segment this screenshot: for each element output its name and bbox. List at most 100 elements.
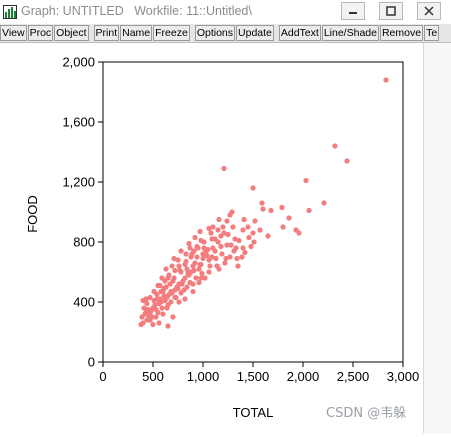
data-point: [168, 299, 174, 305]
x-tick-label: 500: [142, 369, 164, 384]
data-point: [257, 227, 263, 233]
graph-toolbar: View Proc Object Print Name Freeze Options Upda…: [0, 24, 451, 43]
y-tick-label: 0: [88, 355, 95, 370]
data-point: [165, 323, 171, 329]
minimize-button[interactable]: [341, 2, 365, 20]
data-point: [208, 230, 214, 236]
x-axis-label: TOTAL: [233, 405, 274, 420]
data-point: [196, 266, 202, 272]
data-point: [194, 254, 200, 260]
data-point: [206, 257, 212, 263]
toolbar-button-update[interactable]: Update: [236, 25, 274, 41]
data-point: [190, 281, 196, 287]
maximize-button[interactable]: [379, 2, 403, 20]
data-point: [234, 255, 240, 262]
data-point: [306, 207, 312, 214]
toolbar-button-remove[interactable]: Remove: [379, 25, 424, 41]
data-point: [182, 261, 188, 268]
data-point: [214, 263, 220, 269]
data-point: [151, 288, 157, 295]
data-point: [229, 209, 235, 215]
data-point: [185, 270, 191, 277]
data-point: [197, 261, 203, 268]
data-point: [184, 284, 190, 290]
data-point: [218, 233, 224, 239]
data-point: [165, 275, 171, 281]
y-axis-label: FOOD: [25, 195, 40, 233]
x-tick-label: 1,000: [187, 369, 220, 384]
data-point: [198, 275, 204, 281]
toolbar-button-addtext[interactable]: AddText: [278, 25, 321, 41]
data-point: [188, 254, 194, 260]
data-point: [332, 143, 338, 149]
close-icon: [424, 6, 434, 16]
data-point: [190, 288, 196, 295]
data-point: [157, 282, 163, 289]
toolbar-button-print[interactable]: Print: [93, 25, 120, 41]
data-point: [176, 263, 182, 269]
toolbar-button-view[interactable]: View: [0, 25, 27, 41]
data-point: [194, 243, 200, 250]
data-point: [265, 233, 271, 239]
data-point: [321, 200, 327, 206]
data-point: [176, 299, 182, 305]
toolbar-button-proc[interactable]: Proc: [27, 25, 54, 41]
data-point: [224, 242, 230, 248]
data-point: [224, 218, 230, 224]
data-point: [163, 266, 169, 272]
data-point: [179, 281, 185, 287]
data-point: [167, 281, 173, 287]
data-point: [235, 263, 241, 269]
data-point: [250, 185, 256, 191]
data-point: [344, 158, 350, 164]
x-tick-label: 0: [99, 369, 106, 384]
data-point: [246, 234, 252, 241]
close-button[interactable]: [417, 2, 441, 20]
data-point: [153, 314, 159, 320]
data-point: [178, 248, 184, 254]
data-point: [219, 251, 225, 257]
data-point: [201, 245, 207, 251]
data-point: [251, 239, 257, 245]
data-point: [216, 216, 222, 223]
data-point: [169, 263, 175, 269]
data-point: [215, 227, 221, 233]
data-point: [182, 296, 188, 302]
data-point: [186, 240, 192, 247]
x-tick-label: 3,000: [387, 369, 420, 384]
data-point: [279, 204, 285, 211]
data-point: [191, 248, 197, 254]
data-point: [177, 267, 183, 274]
toolbar-button-object[interactable]: Object: [54, 25, 89, 41]
maximize-icon: [386, 6, 396, 16]
toolbar-button-name[interactable]: Name: [120, 25, 153, 41]
data-point: [259, 200, 265, 206]
toolbar-group: Options Update: [194, 24, 275, 42]
data-point: [210, 245, 216, 251]
scatter-chart: 0 500 1,000 1,500 2,000 2,500 3,000 0 400 800 1,20…: [25, 55, 420, 421]
toolbar-button-freeze[interactable]: Freeze: [153, 25, 190, 41]
data-point: [218, 243, 224, 250]
window-titlebar: Graph: UNTITLED Workfile: 11::Untitled\: [0, 0, 451, 25]
data-point: [260, 206, 266, 212]
toolbar-button-line-shade[interactable]: Line/Shade: [321, 25, 379, 41]
data-point: [191, 267, 197, 274]
toolbar-group: AddText Line/Shade Remove Te: [278, 24, 440, 42]
data-point: [230, 224, 236, 230]
data-point: [222, 260, 228, 266]
data-point: [252, 218, 258, 224]
data-point: [200, 251, 206, 257]
toolbar-button-te[interactable]: Te: [424, 25, 440, 41]
x-tick-label: 2,000: [287, 369, 320, 384]
data-point: [286, 215, 292, 221]
watermark: CSDN @韦躲: [326, 406, 407, 421]
graph-canvas: 0 500 1,000 1,500 2,000 2,500 3,000 0 400 800 1,20…: [0, 43, 423, 433]
y-tick-label: 1,600: [62, 115, 95, 130]
toolbar-button-options[interactable]: Options: [194, 25, 236, 41]
data-point: [221, 165, 227, 172]
data-point: [150, 321, 156, 328]
data-point: [193, 275, 199, 281]
data-point: [175, 285, 181, 292]
y-tick-label: 2,000: [62, 55, 95, 70]
data-point: [199, 270, 205, 277]
